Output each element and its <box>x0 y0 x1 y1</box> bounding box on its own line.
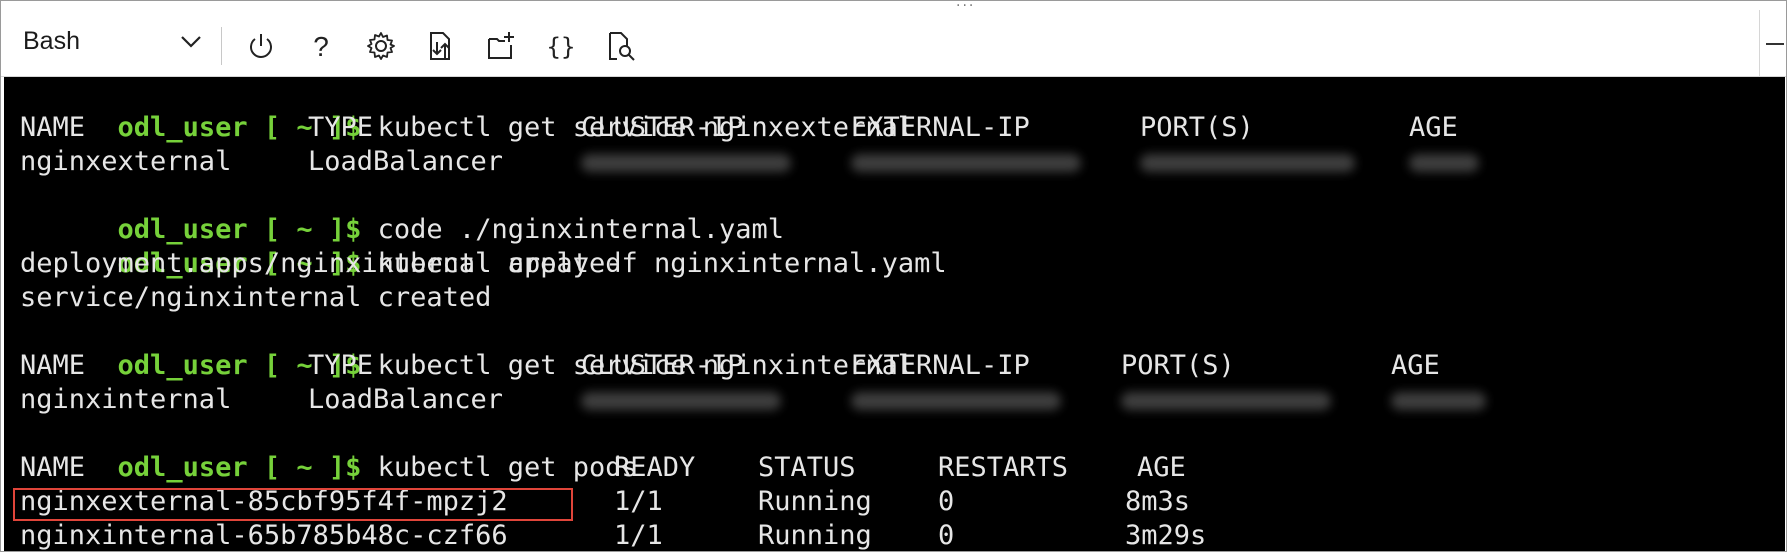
table-row: nginxinternal LoadBalancer <box>20 383 1520 417</box>
redacted-value <box>1140 154 1355 172</box>
pod-ready: 1/1 <box>614 520 663 551</box>
column-header: AGE <box>1137 452 1186 483</box>
column-header: AGE <box>1391 350 1440 381</box>
editor-braces-icon: {} <box>547 33 576 61</box>
new-session-button[interactable] <box>483 28 519 64</box>
redacted-value <box>581 392 781 410</box>
table-row: nginxexternal LoadBalancer <box>20 145 1520 179</box>
command-line: odl_user [ ~ ]$ kubectl get service ngin… <box>20 315 915 381</box>
column-header: NAME <box>20 112 86 143</box>
pod-restarts: 0 <box>938 486 955 517</box>
command-line: odl_user [ ~ ]$ kubectl apply -f nginxin… <box>20 213 947 279</box>
command-line: odl_user [ ~ ]$ kubectl get pods <box>20 417 638 483</box>
service-type: LoadBalancer <box>308 146 504 177</box>
new-session-icon <box>488 32 514 59</box>
open-editor-button[interactable]: {} <box>543 28 579 64</box>
restart-button[interactable] <box>243 28 279 64</box>
pod-ready: 1/1 <box>614 486 663 517</box>
column-header: RESTARTS <box>938 452 1069 483</box>
upload-download-button[interactable] <box>423 28 459 64</box>
pod-name: nginxexternal-85cbf95f4f-mpzj2 <box>20 486 508 517</box>
table-row: nginxinternal-65b785b48c-czf66 1/1 Runni… <box>20 519 1320 551</box>
pod-restarts: 0 <box>938 520 955 551</box>
redacted-value <box>581 154 791 172</box>
column-header: CLUSTER-IP <box>581 350 744 381</box>
svg-text:{}: {} <box>547 33 576 61</box>
help-icon: ? <box>313 31 329 62</box>
pod-age: 3m29s <box>1125 520 1207 551</box>
column-header: TYPE <box>308 112 374 143</box>
table-header: NAME TYPE CLUSTER-IP EXTERNAL-IP PORT(S)… <box>20 349 1520 383</box>
minimize-icon[interactable] <box>1766 43 1784 45</box>
output-line: service/nginxinternal created <box>20 282 492 313</box>
redacted-value <box>1409 154 1479 172</box>
service-name: nginxexternal <box>20 146 232 177</box>
column-header: PORT(S) <box>1140 112 1254 143</box>
column-header: AGE <box>1409 112 1458 143</box>
cloud-shell-window: ... Bash ? {} odl_user [~]$ kubectl ge… <box>0 0 1787 552</box>
service-type: LoadBalancer <box>308 384 504 415</box>
resize-grip[interactable]: ... <box>956 0 975 10</box>
pod-name: nginxinternal-65b785b48c-czf66 <box>20 520 508 551</box>
pod-status: Running <box>758 520 872 551</box>
chevron-down-icon <box>181 36 201 48</box>
toolbar-right-edge <box>1759 10 1786 76</box>
column-header: TYPE <box>308 350 374 381</box>
terminal-output[interactable]: odl_user [ ~ ]$ kubectl get service ngin… <box>4 77 1785 551</box>
help-button[interactable]: ? <box>303 28 339 64</box>
column-header: READY <box>614 452 696 483</box>
pod-status: Running <box>758 486 872 517</box>
table-header: NAME TYPE CLUSTER-IP EXTERNAL-IP PORT(S)… <box>20 111 1520 145</box>
column-header: NAME <box>20 452 86 483</box>
redacted-value <box>851 154 1081 172</box>
settings-icon <box>367 32 395 60</box>
power-icon <box>250 34 272 58</box>
table-row: nginxexternal-85cbf95f4f-mpzj2 1/1 Runni… <box>20 485 1320 519</box>
svg-text:?: ? <box>313 31 329 62</box>
upload-download-icon <box>430 32 450 60</box>
toolbar-divider <box>221 27 222 65</box>
redacted-value <box>851 392 1061 410</box>
output-line: deployment.apps/nginxinternal created <box>20 248 622 279</box>
command-line: odl_user [ ~ ]$ kubectl get service ngin… <box>20 77 915 143</box>
shell-type-dropdown[interactable]: Bash <box>15 20 203 62</box>
redacted-value <box>1121 392 1331 410</box>
web-preview-icon <box>609 32 635 61</box>
column-header: EXTERNAL-IP <box>851 350 1030 381</box>
column-header: EXTERNAL-IP <box>851 112 1030 143</box>
service-name: nginxinternal <box>20 384 232 415</box>
column-header: STATUS <box>758 452 856 483</box>
command-line: odl_user [ ~ ]$ code ./nginxinternal.yam… <box>20 179 785 245</box>
web-preview-button[interactable] <box>603 28 639 64</box>
column-header: PORT(S) <box>1121 350 1235 381</box>
settings-button[interactable] <box>363 28 399 64</box>
pod-age: 8m3s <box>1125 486 1191 517</box>
shell-type-label: Bash <box>23 26 80 55</box>
redacted-value <box>1391 392 1486 410</box>
shell-toolbar: Bash ? {} <box>1 10 1786 77</box>
column-header: NAME <box>20 350 86 381</box>
column-header: CLUSTER-IP <box>581 112 744 143</box>
table-header: NAME READY STATUS RESTARTS AGE <box>20 451 1320 485</box>
